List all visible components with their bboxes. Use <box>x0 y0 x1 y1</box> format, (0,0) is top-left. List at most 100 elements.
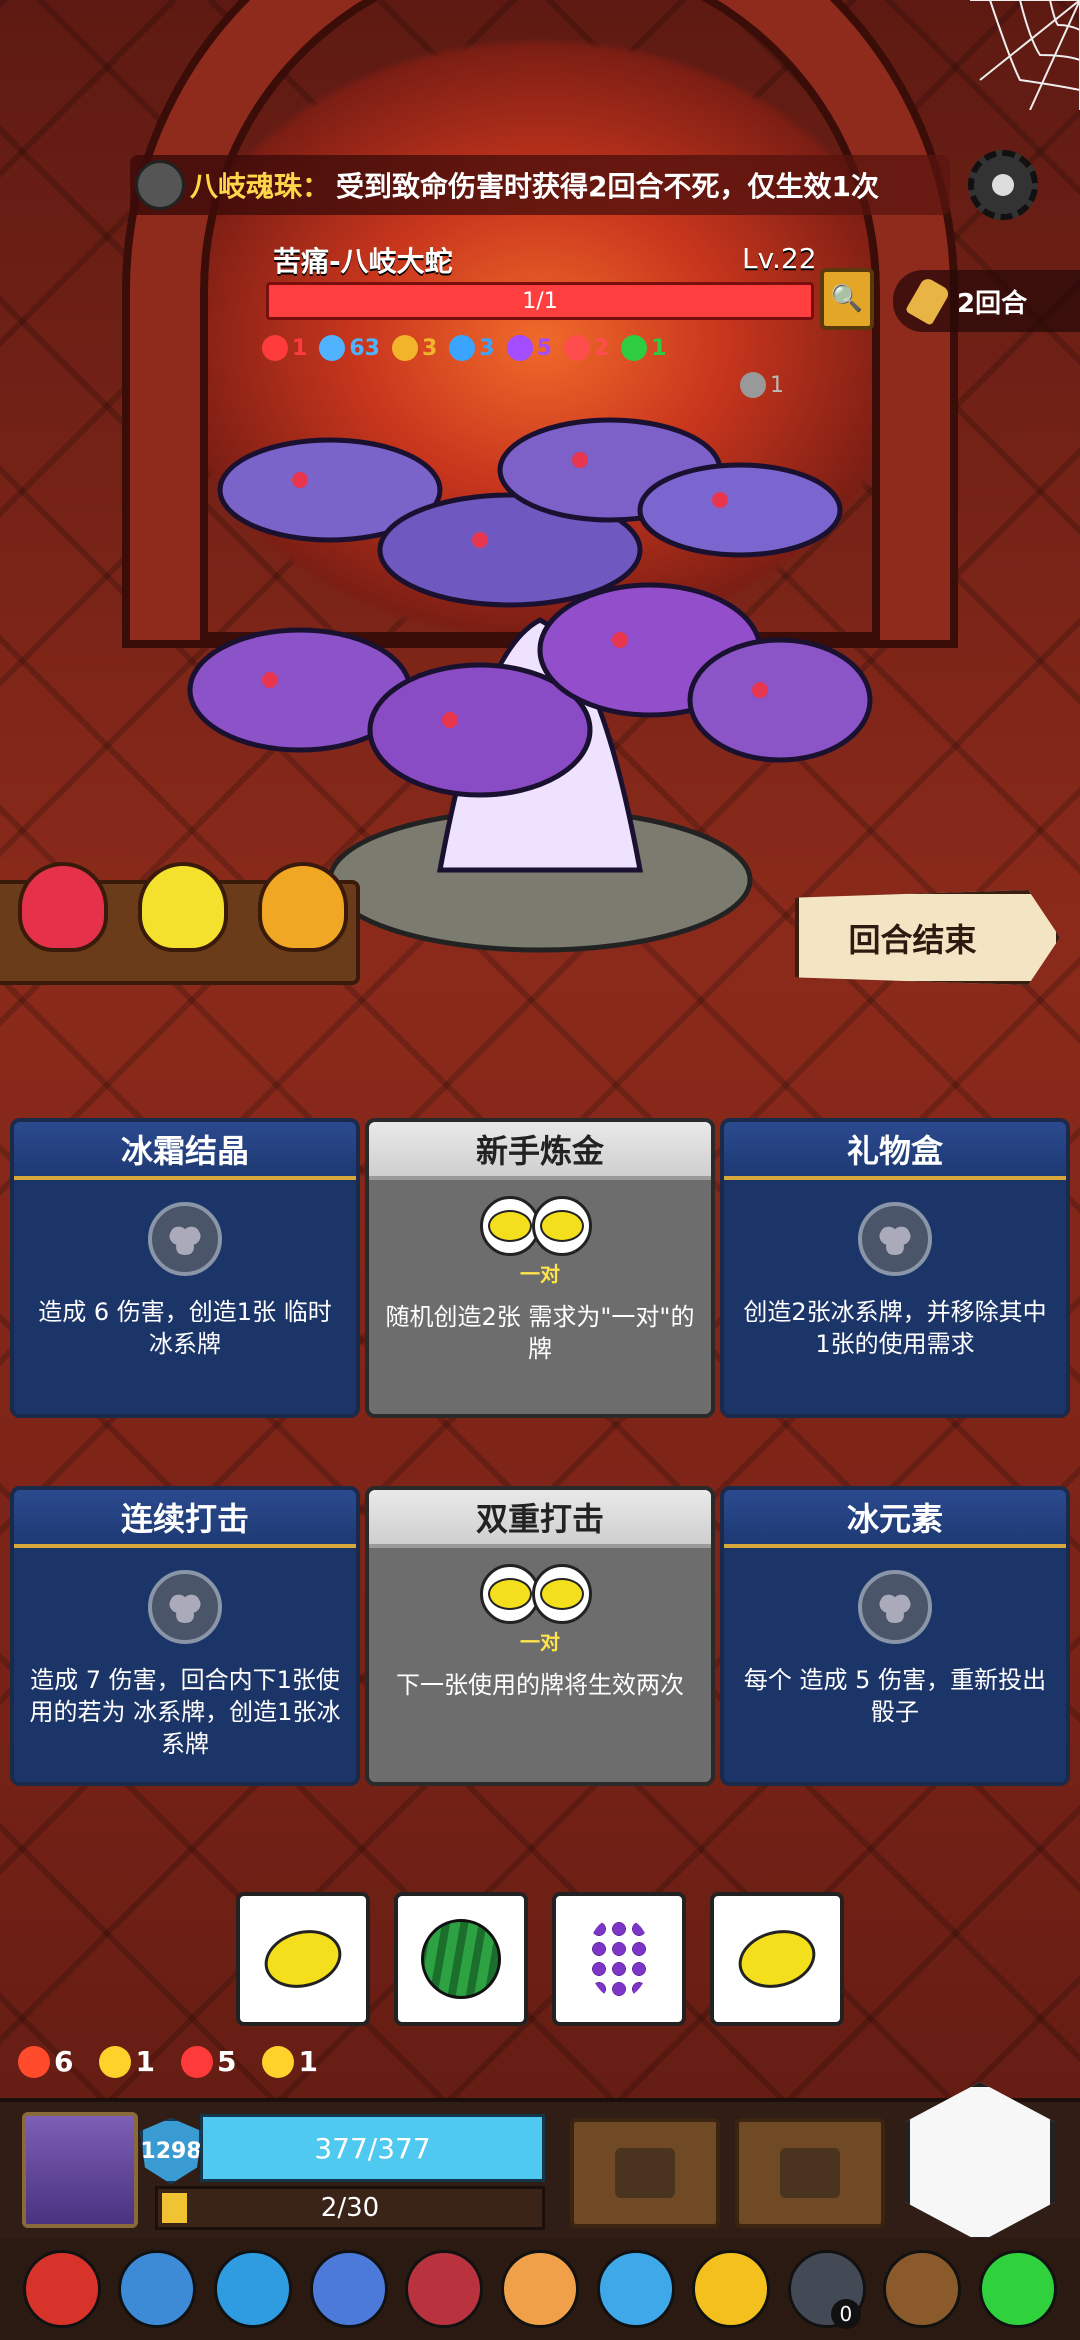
inspect-enemy-button[interactable]: 🔍 <box>820 268 874 330</box>
end-turn-label: 回合结束 <box>848 920 977 959</box>
enemy-status[interactable]: 3 <box>449 335 495 361</box>
ice-skull-icon[interactable] <box>596 2250 675 2328</box>
card[interactable]: 新手炼金 一对 随机创造2张 需求为"一对"的牌 <box>365 1118 715 1418</box>
enemy-status[interactable]: 5 <box>506 335 552 361</box>
armor-value: 1298 <box>140 2138 202 2164</box>
card[interactable]: 双重打击 一对 下一张使用的牌将生效两次 <box>365 1486 715 1786</box>
enemy-status[interactable]: 63 <box>319 335 380 361</box>
enemy-hp-bar: 1/1 <box>266 282 814 320</box>
card-title: 冰元素 <box>724 1490 1066 1548</box>
dice-slot-icon[interactable] <box>858 1202 932 1276</box>
swirl-icon <box>180 2045 213 2078</box>
enemy-status-row: 1 63 3 3 5 2 1 <box>262 328 822 368</box>
dark-gem-icon[interactable]: 0 <box>787 2250 866 2329</box>
blue-mushroom-icon[interactable] <box>309 2250 388 2328</box>
card-description: 每个 造成 5 伤害，重新投出骰子 <box>743 1666 1047 1726</box>
player-stat[interactable]: 6 <box>18 2045 73 2078</box>
green-gem-icon[interactable] <box>979 2250 1058 2328</box>
relic-name: 八岐魂珠： <box>190 170 331 203</box>
player-stat[interactable]: 1 <box>262 2045 318 2078</box>
lemon-pair-icon <box>480 1564 592 1624</box>
red-potion-icon[interactable] <box>18 862 108 952</box>
bracelet-icon[interactable] <box>405 2250 484 2328</box>
relic-info-banner: 八岐魂珠： 受到致命伤害时获得2回合不死，仅生效1次 <box>130 155 950 215</box>
enemy-status[interactable]: 2 <box>563 335 609 361</box>
card-description: 造成 7 伤害，回合内下1张使用的若为 冰系牌，创造1张冰系牌 <box>29 1666 341 1758</box>
gold-crown-icon[interactable] <box>692 2250 771 2328</box>
shuriken-icon[interactable] <box>883 2250 962 2328</box>
die-grape[interactable] <box>552 1892 686 2026</box>
turn-counter-text: 2回合 <box>957 288 1028 319</box>
player-hp-text: 377/377 <box>314 2131 431 2165</box>
hippo-relic-icon[interactable] <box>135 160 185 210</box>
player-stats: 6 1 5 1 <box>18 2045 318 2078</box>
player-exp-bar: 2/30 <box>155 2186 545 2230</box>
die-watermelon[interactable] <box>394 1892 528 2026</box>
requirement-label: 一对 <box>520 1630 560 1654</box>
grape-icon <box>589 1919 649 1999</box>
card-title: 冰霜结晶 <box>14 1122 356 1180</box>
turn-counter: 2回合 <box>893 270 1080 332</box>
lightning-icon <box>99 2045 132 2078</box>
blue-crystal-icon[interactable] <box>118 2250 197 2328</box>
player-avatar[interactable] <box>22 2112 138 2228</box>
ring-icon[interactable] <box>500 2250 579 2328</box>
card[interactable]: 礼物盒 创造2张冰系牌，并移除其中1张的使用需求 <box>720 1118 1070 1418</box>
enemy-status[interactable]: 1 <box>740 372 784 398</box>
orange-potion-icon[interactable] <box>258 862 348 952</box>
card-requirement: 一对 <box>369 1196 711 1287</box>
player-stat[interactable]: 1 <box>99 2045 155 2078</box>
lemon-icon <box>258 1921 348 1997</box>
relic-count-badge: 0 <box>830 2299 861 2329</box>
enemy-level: Lv.22 <box>742 242 817 275</box>
watermelon-icon <box>421 1919 501 1999</box>
enemy-status[interactable]: 1 <box>621 335 667 361</box>
enemy-status[interactable]: 3 <box>391 335 437 361</box>
card-requirement: 一对 <box>369 1564 711 1655</box>
card[interactable]: 冰霜结晶 造成 6 伤害，创造1张 临时 冰系牌 <box>10 1118 360 1418</box>
lock-icon <box>615 2148 675 2198</box>
requirement-label: 一对 <box>520 1262 560 1286</box>
speech-bubble-icon <box>449 335 476 361</box>
broken-heart-icon <box>563 335 590 361</box>
card-description: 造成 6 伤害，创造1张 临时 冰系牌 <box>38 1298 332 1358</box>
card[interactable]: 冰元素 每个 造成 5 伤害，重新投出骰子 <box>720 1486 1070 1786</box>
shatter-icon <box>780 2148 840 2198</box>
shatter-skill-slot[interactable] <box>735 2118 885 2228</box>
skull-icon <box>740 372 766 398</box>
card-title: 双重打击 <box>369 1490 711 1548</box>
dice-slot-icon[interactable] <box>148 1202 222 1276</box>
shield-icon <box>262 2045 295 2078</box>
yellow-potion-icon[interactable] <box>138 862 228 952</box>
card-description: 创造2张冰系牌，并移除其中1张的使用需求 <box>743 1298 1047 1358</box>
dice-slot-icon[interactable] <box>858 1570 932 1644</box>
strength-gear-icon <box>18 2045 50 2078</box>
flame-potion-icon[interactable] <box>22 2250 101 2328</box>
lemon-icon <box>732 1921 822 1997</box>
spider-web-icon <box>970 0 1080 110</box>
snowflake-icon <box>319 335 346 361</box>
card[interactable]: 连续打击 造成 7 伤害，回合内下1张使用的若为 冰系牌，创造1张冰系牌 <box>10 1486 360 1786</box>
water-drop-icon[interactable] <box>214 2250 293 2328</box>
lock-icon <box>391 335 418 361</box>
magnifier-icon: 🔍 <box>830 284 864 314</box>
end-turn-button[interactable]: 回合结束 <box>795 890 1060 985</box>
die-lemon[interactable] <box>236 1892 370 2026</box>
lemon-pair-icon <box>480 1196 592 1256</box>
locked-skill-slot[interactable] <box>570 2118 720 2228</box>
enemy-status[interactable]: 1 <box>262 335 307 361</box>
card-title: 新手炼金 <box>369 1122 711 1180</box>
enemy-name: 苦痛-八岐大蛇 <box>273 245 453 278</box>
relic-description: 受到致命伤害时获得2回合不死，仅生效1次 <box>336 170 879 203</box>
dice-slot-icon[interactable] <box>148 1570 222 1644</box>
settings-gear-icon[interactable] <box>968 150 1038 220</box>
player-stat[interactable]: 5 <box>180 2045 236 2078</box>
enemy-hp-text: 1/1 <box>522 288 558 314</box>
scroll-icon <box>905 276 951 326</box>
card-description: 下一张使用的牌将生效两次 <box>396 1671 684 1699</box>
relic-bar: 0 <box>0 2238 1080 2340</box>
card-title: 礼物盒 <box>724 1122 1066 1180</box>
fire-claw-icon <box>262 335 288 361</box>
poison-swirl-icon <box>621 335 648 361</box>
die-lemon[interactable] <box>710 1892 844 2026</box>
